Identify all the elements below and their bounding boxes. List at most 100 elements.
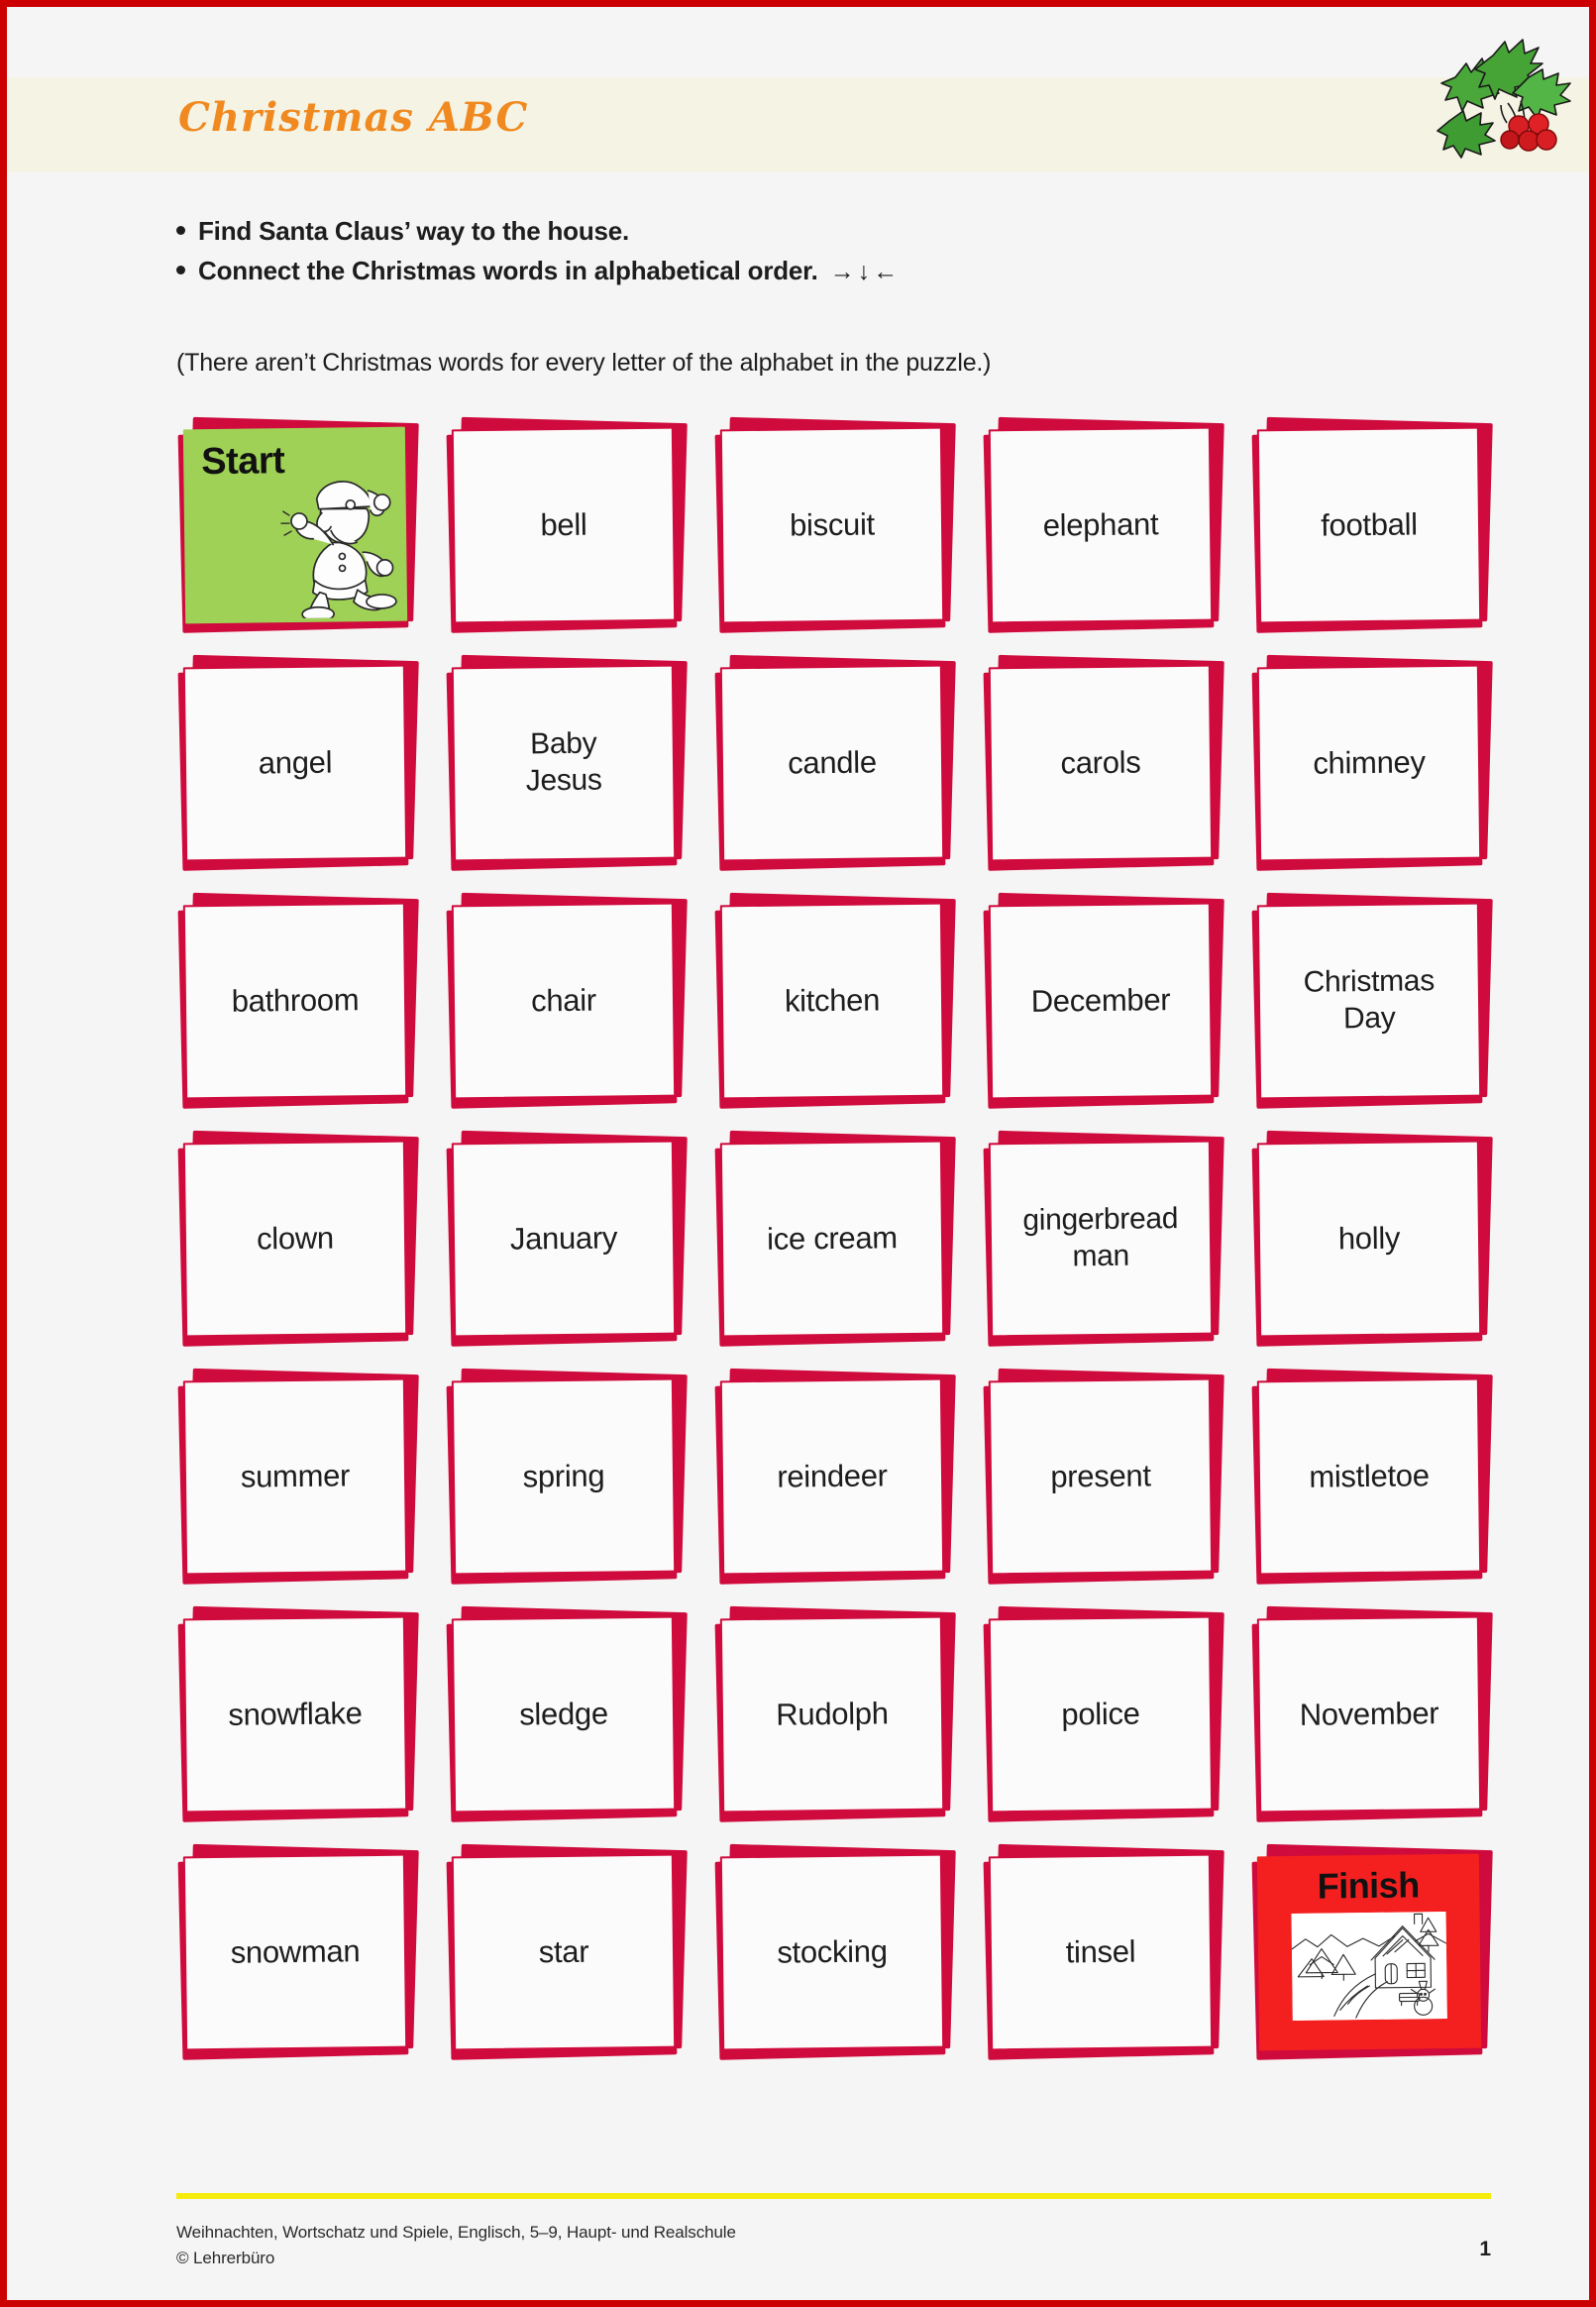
start-card-face[interactable]: Start: [182, 426, 408, 624]
instruction-item-2: Connect the Christmas words in alphabeti…: [176, 256, 1345, 287]
word-card-line: candle: [788, 744, 877, 781]
word-card: January: [446, 1130, 688, 1347]
word-card-label: January: [504, 1219, 624, 1258]
word-card-face[interactable]: football: [1256, 426, 1482, 624]
word-card-label: clown: [251, 1220, 340, 1259]
word-card-face[interactable]: Rudolph: [719, 1615, 945, 1813]
instruction-text-2: Connect the Christmas words in alphabeti…: [198, 255, 818, 285]
word-card-line: snowman: [230, 1933, 361, 1970]
word-card-line: carols: [1060, 744, 1141, 781]
finish-card: Finish: [1251, 1843, 1493, 2060]
word-card: chimney: [1251, 654, 1493, 871]
page-title: Christmas ABC: [178, 94, 529, 141]
word-card-face[interactable]: tinsel: [988, 1853, 1214, 2051]
word-card-face[interactable]: candle: [719, 664, 945, 862]
word-card-label: Christmas Day: [1297, 964, 1440, 1039]
word-card-line: Christmas: [1303, 964, 1436, 1000]
word-card-face[interactable]: reindeer: [719, 1377, 945, 1576]
word-card-label: biscuit: [784, 505, 881, 544]
word-card-label: tinsel: [1059, 1933, 1141, 1972]
word-card-line: spring: [522, 1458, 605, 1494]
word-card-label: reindeer: [771, 1457, 894, 1495]
word-card-face[interactable]: biscuit: [719, 426, 945, 624]
word-card-face[interactable]: sledge: [451, 1615, 677, 1813]
word-card-line: chair: [530, 982, 597, 1019]
word-card: December: [983, 892, 1224, 1109]
word-card-line: bathroom: [231, 982, 360, 1019]
word-card-label: star: [533, 1933, 595, 1972]
word-card: football: [1251, 416, 1493, 633]
word-card-face[interactable]: kitchen: [719, 902, 945, 1100]
word-card: clown: [177, 1130, 419, 1347]
word-card-face[interactable]: snowflake: [182, 1615, 408, 1813]
word-card: snowflake: [177, 1605, 419, 1822]
word-card-face[interactable]: stocking: [719, 1853, 945, 2051]
word-card-face[interactable]: star: [451, 1853, 677, 2051]
word-card-face[interactable]: snowman: [182, 1853, 408, 2051]
word-card-line: football: [1320, 506, 1418, 543]
page-border-top: [0, 0, 1596, 7]
word-card-line: stocking: [777, 1933, 888, 1970]
word-card-face[interactable]: Christmas Day: [1256, 902, 1482, 1100]
word-card-line: gingerbread: [1022, 1202, 1179, 1238]
direction-arrows-icon: →↓←: [829, 257, 902, 285]
word-card: stocking: [714, 1843, 956, 2060]
word-card: chair: [446, 892, 688, 1109]
page-border-left: [0, 0, 7, 2307]
word-card-line: December: [1030, 982, 1171, 1019]
word-card-face[interactable]: chimney: [1256, 664, 1482, 862]
word-card-face[interactable]: bathroom: [182, 902, 408, 1100]
word-card-label: summer: [235, 1457, 357, 1495]
word-card-grid: Start bell biscuit elephant football angel Ba…: [177, 416, 1493, 2060]
word-card-face[interactable]: ice cream: [719, 1140, 945, 1338]
word-card-face[interactable]: chair: [451, 902, 677, 1100]
instruction-text-1: Find Santa Claus’ way to the house.: [198, 216, 630, 246]
word-card-face[interactable]: angel: [182, 664, 408, 862]
word-card-line: holly: [1337, 1220, 1401, 1257]
word-card-face[interactable]: bell: [451, 426, 677, 624]
word-card: Christmas Day: [1251, 892, 1493, 1109]
start-card: Start: [177, 416, 419, 633]
word-card: mistletoe: [1251, 1368, 1493, 1585]
word-card: sledge: [446, 1605, 688, 1822]
word-card: biscuit: [714, 416, 956, 633]
word-card: Baby Jesus: [446, 654, 688, 871]
word-card-label: mistletoe: [1303, 1457, 1436, 1495]
word-card-face[interactable]: police: [988, 1615, 1214, 1813]
word-card: bell: [446, 416, 688, 633]
holly-icon: [1436, 39, 1571, 159]
word-card-face[interactable]: carols: [988, 664, 1214, 862]
word-card-face[interactable]: elephant: [988, 426, 1214, 624]
word-card: November: [1251, 1605, 1493, 1822]
word-card-label: police: [1055, 1696, 1146, 1734]
word-card-face[interactable]: November: [1256, 1615, 1482, 1813]
word-card-face[interactable]: January: [451, 1140, 677, 1338]
word-card-face[interactable]: present: [988, 1377, 1214, 1576]
word-card-label: Baby Jesus: [519, 726, 608, 800]
word-card: reindeer: [714, 1368, 956, 1585]
word-card-face[interactable]: summer: [182, 1377, 408, 1576]
word-card-line: man: [1072, 1239, 1130, 1273]
word-card-line: angel: [258, 744, 333, 781]
word-card-face[interactable]: Baby Jesus: [451, 664, 677, 862]
word-card: Rudolph: [714, 1605, 956, 1822]
word-card-face[interactable]: December: [988, 902, 1214, 1100]
word-card-face[interactable]: gingerbread man: [988, 1140, 1214, 1338]
winter-house-scene-icon: [1291, 1912, 1447, 2021]
finish-label: Finish: [1317, 1864, 1420, 1907]
word-card: holly: [1251, 1130, 1493, 1347]
word-card-line: January: [509, 1220, 618, 1257]
word-card-face[interactable]: spring: [451, 1377, 677, 1576]
word-card: snowman: [177, 1843, 419, 2060]
word-card-label: carols: [1054, 744, 1146, 783]
word-card-face[interactable]: holly: [1256, 1140, 1482, 1338]
word-card-label: kitchen: [779, 981, 887, 1020]
word-card-label: sledge: [513, 1695, 614, 1733]
word-card-label: Rudolph: [770, 1695, 895, 1733]
word-card: present: [983, 1368, 1224, 1585]
word-card-face[interactable]: clown: [182, 1140, 408, 1338]
word-card-label: snowflake: [222, 1695, 369, 1734]
word-card-face[interactable]: mistletoe: [1256, 1377, 1482, 1576]
finish-card-face[interactable]: Finish: [1256, 1853, 1482, 2051]
word-card-label: December: [1024, 981, 1176, 1021]
